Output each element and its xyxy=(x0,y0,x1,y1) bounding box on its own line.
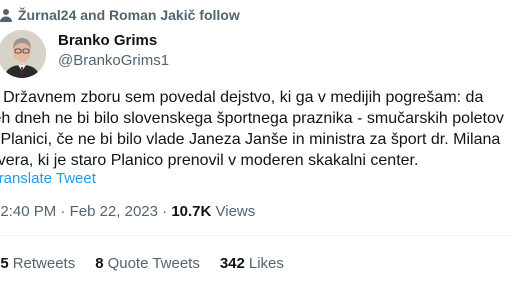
tweet-stats: 35Retweets 8Quote Tweets 342Likes xyxy=(0,255,284,272)
social-context[interactable]: Žurnal24 and Roman Jakič follow xyxy=(0,4,240,26)
tweet-date[interactable]: Feb 22, 2023 xyxy=(70,203,158,220)
retweets-count: 35 xyxy=(0,255,9,272)
social-context-text: Žurnal24 and Roman Jakič follow xyxy=(18,7,240,23)
tweet-text-line: v Planici, če ne bi bilo vlade Janeza Ja… xyxy=(0,131,501,148)
likes-stat[interactable]: 342 Likes xyxy=(220,255,284,272)
likes-count: 342 xyxy=(219,255,245,272)
retweets-label: Retweets xyxy=(12,255,76,272)
tweet-text: V Državnem zboru sem povedal dejstvo, ki… xyxy=(0,88,512,172)
translate-tweet-link[interactable]: Translate Tweet xyxy=(0,170,96,187)
tweet-text-line: teh dneh ne bi bilo slovenskega športneg… xyxy=(0,110,504,127)
quote-tweets-stat[interactable]: 8 Quote Tweets xyxy=(95,255,200,272)
tweet-text-line: Zvera, ki je staro Planico prenovil v mo… xyxy=(0,152,419,169)
retweets-stat[interactable]: 35Retweets xyxy=(0,255,75,272)
quote-tweets-count: 8 xyxy=(95,255,104,272)
tweet-text-line: V Državnem zboru sem povedal dejstvo, ki… xyxy=(0,89,484,106)
author-name[interactable]: Branko Grims xyxy=(58,32,157,49)
views-label: Views xyxy=(215,203,256,220)
tweet-time[interactable]: 12:40 PM xyxy=(0,203,56,220)
avatar[interactable] xyxy=(0,30,46,78)
meta-separator: · xyxy=(56,203,70,220)
author-handle[interactable]: @BrankoGrims1 xyxy=(58,52,169,69)
person-icon xyxy=(0,7,14,23)
views-count: 10.7K xyxy=(171,203,212,220)
quote-tweets-label: Quote Tweets xyxy=(107,255,200,272)
tweet-meta: 12:40 PM · Feb 22, 2023 · 10.7K Views xyxy=(0,203,255,220)
divider xyxy=(0,235,512,236)
meta-separator: · xyxy=(157,203,172,220)
likes-label: Likes xyxy=(248,255,284,272)
